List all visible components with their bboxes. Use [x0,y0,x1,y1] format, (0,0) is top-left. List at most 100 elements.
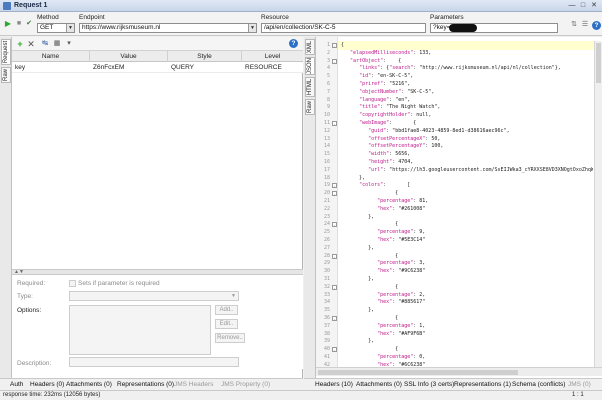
line-number: 12 [323,127,330,134]
response-view-tabs: XML JSON HTML Raw [304,37,316,378]
tab-json-label: JSON [307,57,314,75]
required-checkbox[interactable] [69,280,76,287]
line-number: 20 [323,190,330,197]
type-label: Type: [17,293,33,300]
tab-raw-label: Raw [3,68,10,82]
params-table-header: Name Value Style Level [12,51,303,62]
fold-toggle-icon[interactable]: - [332,284,337,290]
type-select[interactable]: ▼ [69,291,239,301]
resource-input[interactable]: /api/en/collection/SK-C-5 [261,23,426,33]
options-list[interactable] [69,305,211,355]
fold-toggle-icon[interactable]: - [332,222,337,228]
line-number: 14 [323,143,330,150]
fold-toggle-icon[interactable]: - [332,183,337,189]
tab-xml-label: XML [307,40,313,54]
add-option-button[interactable]: Add.. [215,305,238,315]
resource-value: /api/en/collection/SK-C-5 [264,24,336,31]
line-number: 3 [326,57,330,64]
request-bottom-tabs: Auth Headers (0) Attachments (0) Represe… [0,378,303,390]
sort-param-icon[interactable]: ▦ [52,39,62,49]
line-number: 36 [323,315,330,321]
endpoint-value: https://www.rijksmuseum.nl [82,24,161,31]
param-style[interactable]: QUERY [168,62,242,73]
run-icon[interactable]: ▶ [4,20,12,28]
options-label: Options: [17,307,42,314]
move-param-icon[interactable]: ↹ [40,39,50,49]
line-number: 40 [323,346,330,353]
fold-toggle-icon[interactable]: - [332,253,337,259]
resource-label: Resource [261,14,289,21]
tab-raw-response[interactable]: Raw [305,99,315,115]
tab-request[interactable]: Request [1,39,11,65]
method-value: GET [40,24,54,31]
redacted-key-blot [449,24,477,32]
tab-raw-response-label: Raw [307,100,314,114]
method-select[interactable]: GET ▼ [37,23,75,33]
window-title: Request 1 [14,2,48,9]
line-number: 17 [323,166,330,173]
add-param-icon[interactable]: + [15,39,25,49]
params-help-icon[interactable]: ? [289,39,298,48]
tab-request-label: Request [3,40,10,64]
line-number: 39 [323,338,330,345]
line-number: 38 [323,330,330,337]
line-number: 27 [323,244,330,251]
submit-icon[interactable]: ✔ [25,20,33,28]
edit-option-button[interactable]: Edit.. [215,319,238,329]
line-number: 10 [323,112,330,119]
required-label: Required: [17,280,46,287]
hscroll-thumb[interactable] [318,370,518,375]
line-number: 4 [326,65,330,72]
vertical-scrollbar[interactable] [594,41,602,367]
line-number: 2 [326,49,330,56]
help-icon[interactable]: ? [592,21,601,30]
horizontal-scrollbar[interactable] [316,367,602,376]
line-number: 35 [323,307,330,314]
response-time: response time: 232ms (12056 bytes) [3,392,101,398]
fold-toggle-icon[interactable]: - [332,191,337,197]
line-number: 21 [323,198,330,204]
col-style[interactable]: Style [168,51,242,62]
fold-toggle-icon[interactable]: - [332,121,337,126]
line-number: 25 [323,229,330,236]
description-input[interactable] [69,357,239,367]
parameters-input[interactable]: ?key= [430,23,558,33]
col-level[interactable]: Level [242,51,303,62]
param-value[interactable]: Z6nFcxEM [90,62,168,73]
minimize-icon[interactable]: — [568,2,576,10]
col-value[interactable]: Value [90,51,168,62]
cursor-position: 1 : 1 [572,392,584,398]
remove-option-button[interactable]: Remove.. [215,333,245,343]
line-number: 16 [323,159,330,165]
fold-toggle-icon[interactable]: - [332,58,337,64]
stop-icon[interactable]: ■ [15,20,23,28]
maximize-icon[interactable]: □ [579,2,587,10]
param-name[interactable]: key [12,62,90,73]
tab-xml[interactable]: XML [305,39,315,55]
scroll-thumb[interactable] [596,43,601,83]
table-row[interactable]: key Z6nFcxEM QUERY RESOURCE [12,62,303,73]
params-toolbar: + ✕ ↹ ▦ ▾ ? [12,37,303,51]
add-parameter-icon[interactable]: ⇅ [570,21,578,29]
line-number: 5 [326,73,330,80]
fold-toggle-icon[interactable]: - [332,316,337,321]
chevron-down-icon[interactable]: ▼ [231,293,236,299]
fold-toggle-icon[interactable]: - [332,347,337,353]
col-name[interactable]: Name [12,51,90,62]
param-level[interactable]: RESOURCE [242,62,303,73]
tab-html[interactable]: HTML [305,77,315,97]
close-icon[interactable]: ✕ [590,2,598,10]
param-menu-icon[interactable]: ▾ [64,39,74,49]
options-icon[interactable]: ☰ [581,21,589,29]
remove-param-icon[interactable]: ✕ [26,39,36,49]
line-number: 33 [323,291,330,298]
line-number: 34 [323,299,330,306]
tab-raw-request[interactable]: Raw [1,67,11,83]
endpoint-input[interactable]: https://www.rijksmuseum.nl ▼ [79,23,257,33]
chevron-down-icon[interactable]: ▼ [248,24,256,32]
chevron-down-icon[interactable]: ▼ [66,24,74,32]
tab-json[interactable]: JSON [305,57,315,75]
tab-html-label: HTML [307,78,313,96]
fold-toggle-icon[interactable]: - [332,43,337,48]
request-view-tabs: Request Raw [0,37,12,378]
